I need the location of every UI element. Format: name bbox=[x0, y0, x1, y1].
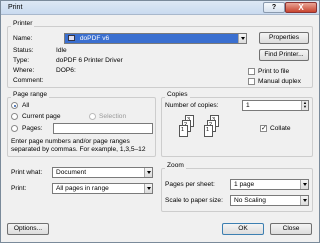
zoom-label: Zoom bbox=[165, 162, 186, 169]
current-page-label: Current page bbox=[22, 113, 61, 120]
printer-name-value: doPDF v6 bbox=[79, 35, 110, 42]
status-label: Status: bbox=[13, 47, 34, 54]
printer-icon bbox=[68, 35, 75, 42]
print-what-value: Document bbox=[56, 169, 87, 176]
where-value: DOP6: bbox=[56, 67, 76, 74]
window-close-button[interactable]: X bbox=[285, 2, 317, 13]
collate-checkbox[interactable]: ✓ bbox=[260, 125, 267, 132]
pages-label: Pages: bbox=[22, 125, 43, 132]
window-title: Print bbox=[8, 4, 23, 11]
selection-label: Selection bbox=[99, 113, 127, 120]
chevron-down-icon[interactable] bbox=[300, 180, 308, 189]
print-value: All pages in range bbox=[56, 185, 109, 192]
printer-group-label: Printer bbox=[11, 20, 35, 27]
pages-per-sheet-select[interactable]: 1 page bbox=[230, 179, 309, 190]
copies-value: 1 bbox=[246, 102, 250, 109]
collate-page-icon: 1 bbox=[179, 125, 188, 137]
close-button[interactable]: Close bbox=[270, 223, 312, 235]
chevron-down-icon[interactable] bbox=[144, 184, 152, 193]
manual-duplex-checkbox[interactable] bbox=[248, 78, 255, 85]
chevron-down-icon[interactable] bbox=[300, 196, 308, 205]
ok-button[interactable]: OK bbox=[222, 223, 264, 235]
copies-input[interactable]: 1 ▲ ▼ bbox=[242, 100, 309, 111]
scale-select[interactable]: No Scaling bbox=[230, 195, 309, 206]
chevron-down-icon[interactable] bbox=[238, 34, 246, 43]
page-range-label: Page range bbox=[11, 91, 50, 98]
help-button[interactable]: ? bbox=[263, 2, 285, 13]
where-label: Where: bbox=[13, 67, 35, 74]
pages-per-sheet-value: 1 page bbox=[234, 181, 255, 188]
find-printer-button[interactable]: Find Printer... bbox=[259, 49, 309, 61]
copies-label: Copies bbox=[165, 91, 190, 98]
page-range-help-line1: Enter page numbers and/or page ranges bbox=[11, 138, 130, 145]
pages-radio[interactable] bbox=[11, 125, 18, 132]
collate-label: Collate bbox=[270, 125, 291, 132]
printer-name-select[interactable]: doPDF v6 bbox=[64, 33, 247, 44]
print-to-file-checkbox[interactable] bbox=[248, 68, 255, 75]
number-of-copies-label: Number of copies: bbox=[165, 102, 219, 109]
print-to-file-label: Print to file bbox=[258, 68, 290, 75]
print-label: Print: bbox=[11, 185, 27, 192]
properties-button[interactable]: Properties bbox=[259, 32, 309, 44]
checkmark-icon: ✓ bbox=[261, 125, 267, 132]
all-radio[interactable] bbox=[11, 102, 18, 109]
print-what-select[interactable]: Document bbox=[52, 167, 153, 178]
name-label: Name: bbox=[13, 35, 33, 42]
pages-input[interactable] bbox=[53, 123, 153, 134]
print-what-label: Print what: bbox=[11, 169, 43, 176]
all-label: All bbox=[22, 102, 30, 109]
scale-label: Scale to paper size: bbox=[165, 197, 223, 204]
collate-page-icon: 1 bbox=[204, 125, 213, 137]
type-label: Type: bbox=[13, 57, 30, 64]
chevron-down-icon[interactable] bbox=[144, 168, 152, 177]
comment-label: Comment: bbox=[13, 77, 44, 84]
print-select[interactable]: All pages in range bbox=[52, 183, 153, 194]
print-dialog: Print ? X Printer Name: doPDF v6 Propert… bbox=[0, 0, 320, 243]
scale-value: No Scaling bbox=[234, 197, 266, 204]
page-range-help-line2: separated by commas. For example, 1,3,5–… bbox=[11, 146, 146, 153]
copies-stepper[interactable]: ▲ ▼ bbox=[301, 101, 308, 110]
manual-duplex-label: Manual duplex bbox=[258, 78, 301, 85]
title-bar[interactable]: Print ? X bbox=[1, 1, 319, 15]
options-button[interactable]: Options... bbox=[7, 223, 49, 235]
pages-per-sheet-label: Pages per sheet: bbox=[165, 181, 215, 188]
type-value: doPDF 6 Printer Driver bbox=[56, 57, 123, 64]
current-page-radio[interactable] bbox=[11, 113, 18, 120]
selection-radio[interactable] bbox=[89, 113, 96, 120]
status-value: Idle bbox=[56, 47, 67, 54]
